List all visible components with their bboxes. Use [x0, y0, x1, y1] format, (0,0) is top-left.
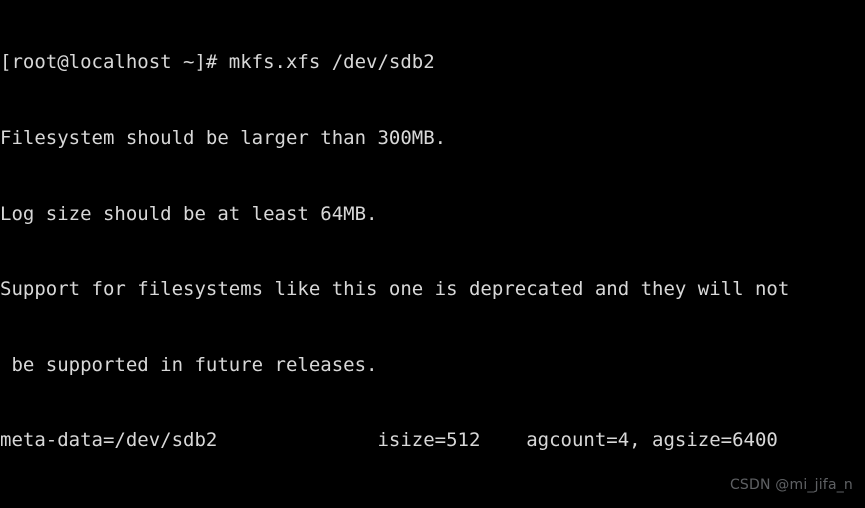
terminal-window[interactable]: [root@localhost ~]# mkfs.xfs /dev/sdb2 F… [0, 0, 865, 508]
terminal-line: be supported in future releases. [0, 353, 378, 376]
terminal-screen[interactable]: [root@localhost ~]# mkfs.xfs /dev/sdb2 F… [0, 0, 865, 508]
terminal-line: Support for filesystems like this one is… [0, 278, 790, 301]
terminal-line: Log size should be at least 64MB. [0, 202, 378, 225]
terminal-line: [root@localhost ~]# mkfs.xfs /dev/sdb2 [0, 51, 435, 74]
terminal-line: Filesystem should be larger than 300MB. [0, 127, 447, 149]
terminal-line: meta-data=/dev/sdb2 isize=512 agcount=4,… [0, 429, 778, 452]
terminal-line: blks [0, 504, 865, 508]
